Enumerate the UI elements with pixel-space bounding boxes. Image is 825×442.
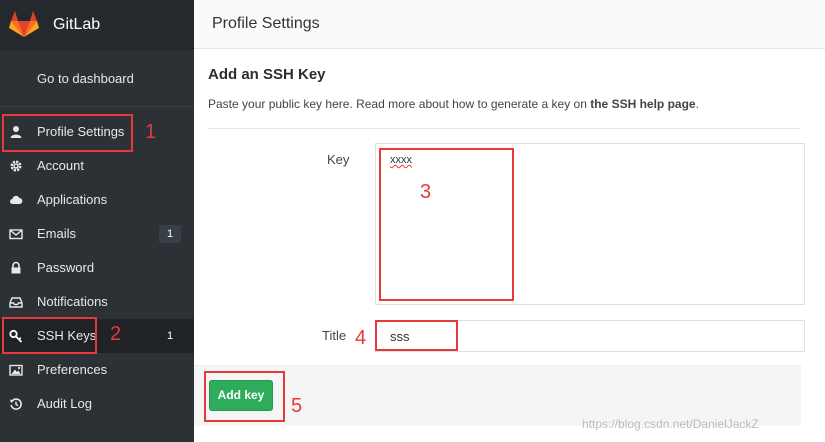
brand-bar[interactable]: GitLab — [0, 0, 194, 50]
page-header: Profile Settings — [194, 0, 825, 49]
dashboard-link[interactable]: Go to dashboard — [37, 71, 134, 86]
history-icon — [9, 397, 23, 411]
annotation-number: 3 — [420, 181, 432, 203]
inbox-icon — [9, 295, 23, 309]
sidebar-item-applications[interactable]: Applications — [0, 183, 194, 217]
sidebar-item-label: Emails — [37, 226, 77, 241]
help-text-suffix: . — [695, 97, 699, 111]
sidebar-divider — [0, 106, 194, 107]
envelope-icon — [9, 227, 23, 241]
help-text: Paste your public key here. Read more ab… — [208, 97, 699, 111]
lock-icon — [9, 261, 23, 275]
watermark: https://blog.csdn.net/DanielJackZ — [582, 417, 759, 431]
section-title: Add an SSH Key — [208, 66, 326, 83]
sidebar-item-label: Preferences — [37, 362, 108, 377]
ssh-keys-count-badge: 1 — [166, 330, 174, 342]
sidebar-item-label: Audit Log — [37, 396, 92, 411]
page-title: Profile Settings — [212, 15, 320, 32]
sidebar-item-label: Notifications — [37, 294, 108, 309]
cloud-icon — [9, 193, 23, 207]
section-divider — [208, 128, 800, 129]
help-text-prefix: Paste your public key here. Read more ab… — [208, 97, 591, 111]
sidebar-item-preferences[interactable]: Preferences — [0, 353, 194, 387]
sidebar-item-label: Applications — [37, 192, 108, 207]
gitlab-logo-icon[interactable] — [8, 8, 40, 40]
sidebar-item-notifications[interactable]: Notifications — [0, 285, 194, 319]
annotation-box-add-key — [204, 371, 285, 422]
annotation-box-ssh-keys — [2, 317, 97, 354]
annotation-box-key — [379, 148, 514, 301]
annotation-box-profile-settings — [2, 114, 133, 152]
emails-count-badge: 1 — [159, 225, 181, 243]
annotation-number: 5 — [291, 395, 303, 417]
sidebar-nav: Profile Settings Account Applications Em… — [0, 115, 194, 421]
sidebar-item-account[interactable]: Account — [0, 149, 194, 183]
sidebar-item-label: Password — [37, 260, 95, 275]
sidebar: GitLab Go to dashboard Profile Settings … — [0, 0, 194, 442]
gear-icon — [9, 159, 23, 173]
annotation-number: 4 — [355, 327, 367, 349]
key-label: Key — [327, 152, 350, 167]
annotation-number: 1 — [145, 121, 157, 143]
ssh-help-page-link[interactable]: the SSH help page — [590, 97, 695, 111]
brand-name[interactable]: GitLab — [53, 16, 100, 34]
sidebar-item-label: Account — [37, 158, 84, 173]
sidebar-item-password[interactable]: Password — [0, 251, 194, 285]
annotation-box-title — [375, 320, 458, 351]
image-icon — [9, 363, 23, 377]
title-label: Title — [322, 328, 347, 343]
sidebar-item-emails[interactable]: Emails 1 — [0, 217, 194, 251]
sidebar-item-audit-log[interactable]: Audit Log — [0, 387, 194, 421]
annotation-number: 2 — [110, 323, 122, 345]
